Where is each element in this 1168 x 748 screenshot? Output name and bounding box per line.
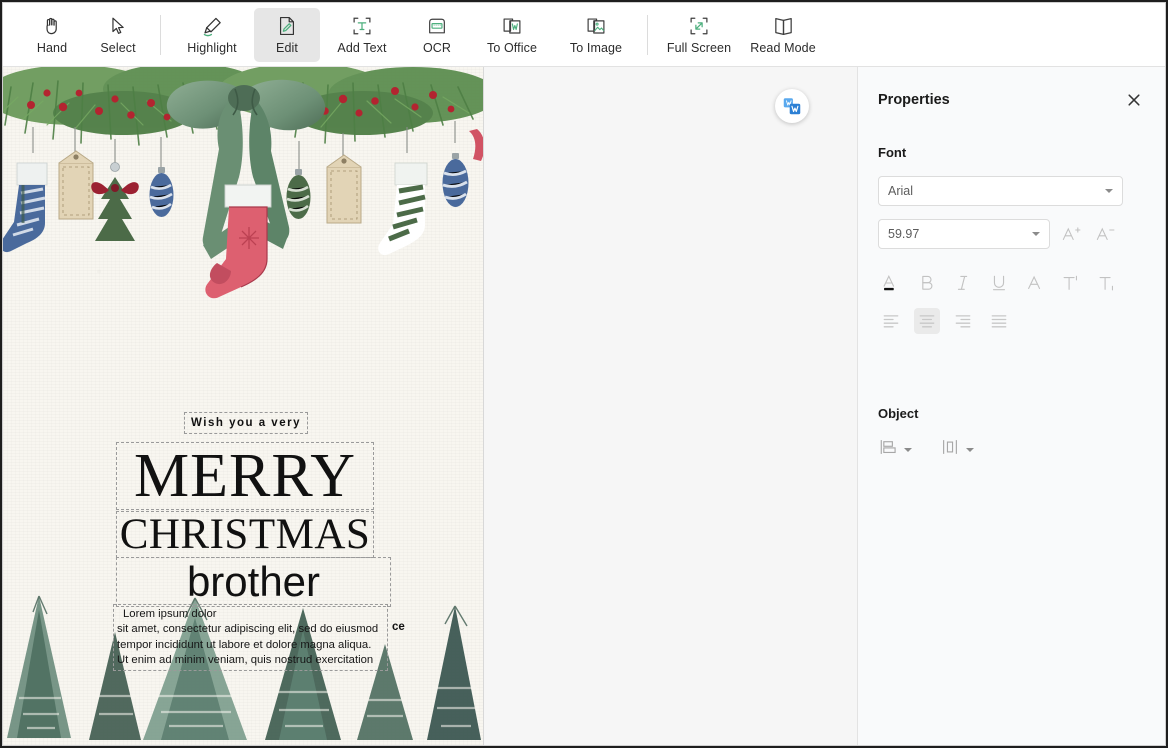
distribute-objects-icon xyxy=(940,437,960,462)
convert-word-icon xyxy=(783,98,801,115)
properties-panel: Properties Font Arial 59.97 Object xyxy=(857,67,1165,745)
align-right-button[interactable] xyxy=(950,308,976,334)
body-line-4: Ut enim ad minim veniam, quis nostrud ex… xyxy=(117,654,374,667)
tool-add-text[interactable]: Add Text xyxy=(320,8,404,62)
christmas-text: CHRISTMAS xyxy=(119,511,371,558)
italic-button[interactable] xyxy=(950,270,976,296)
tool-highlight[interactable]: Highlight xyxy=(170,8,254,62)
font-family-row: Arial xyxy=(878,176,1145,206)
merry-textbox[interactable]: MERRY xyxy=(116,442,374,510)
tool-ocr-label: OCR xyxy=(422,41,452,55)
bold-button[interactable] xyxy=(914,270,940,296)
main-area: Wish you a very MERRY CHRISTMAS brother … xyxy=(3,67,1165,745)
document-workspace[interactable]: Wish you a very MERRY CHRISTMAS brother … xyxy=(3,67,857,745)
wish-text: Wish you a very xyxy=(191,417,301,429)
highlighter-pen-icon xyxy=(200,14,224,38)
properties-title: Properties xyxy=(878,92,950,108)
tool-hand-label: Hand xyxy=(36,41,68,55)
close-icon[interactable] xyxy=(1123,89,1145,111)
font-family-select[interactable]: Arial xyxy=(878,176,1123,206)
book-open-icon xyxy=(771,14,795,38)
subscript-button[interactable] xyxy=(1094,270,1120,296)
document-page[interactable]: Wish you a very MERRY CHRISTMAS brother … xyxy=(3,67,484,745)
align-justify-button[interactable] xyxy=(986,308,1012,334)
tool-edit-label: Edit xyxy=(276,41,298,55)
align-objects-icon xyxy=(878,437,898,462)
body-line-3: tempor incididunt ut labore et dolore ma… xyxy=(117,638,372,651)
increase-font-size-button[interactable] xyxy=(1058,221,1084,247)
tool-to-office-label: To Office xyxy=(487,41,537,55)
tool-full-screen-label: Full Screen xyxy=(666,41,732,55)
align-center-button[interactable] xyxy=(914,308,940,334)
cursor-arrow-icon xyxy=(106,14,130,38)
tool-ocr[interactable]: OCR xyxy=(404,8,470,62)
wish-textbox[interactable]: Wish you a very xyxy=(184,412,308,434)
align-left-button[interactable] xyxy=(878,308,904,334)
body-line-1: Lorem ipsum dolor xyxy=(123,608,217,620)
body-line-2: sit amet, consectetur adipiscing elit, s… xyxy=(117,623,379,636)
tool-to-office[interactable]: To Office xyxy=(470,8,554,62)
font-size-value: 59.97 xyxy=(888,227,920,241)
font-size-select[interactable]: 59.97 xyxy=(878,219,1050,249)
object-section: Object xyxy=(878,406,1145,462)
tool-edit[interactable]: Edit xyxy=(254,7,320,62)
tool-select[interactable]: Select xyxy=(85,8,151,62)
tool-to-image-label: To Image xyxy=(569,41,623,55)
properties-header: Properties xyxy=(878,89,1145,111)
paragraph-align-row xyxy=(878,308,1145,334)
decrease-font-size-button[interactable] xyxy=(1092,221,1118,247)
christmas-textbox[interactable]: CHRISTMAS xyxy=(116,511,374,558)
object-section-title: Object xyxy=(878,406,919,421)
brother-text: brother xyxy=(186,558,321,605)
tool-read-mode[interactable]: Read Mode xyxy=(741,8,825,62)
align-objects-dropdown[interactable] xyxy=(878,437,912,462)
font-family-value: Arial xyxy=(888,184,914,198)
superscript-button[interactable] xyxy=(1058,270,1084,296)
body-paragraph-textbox[interactable]: Lorem ipsum dolor sit amet, consectetur … xyxy=(113,604,388,671)
to-word-icon xyxy=(500,14,524,38)
chevron-down-icon xyxy=(1105,189,1113,193)
christmas-garland-artwork xyxy=(3,67,483,299)
text-format-row xyxy=(878,270,1145,296)
font-section-title: Font xyxy=(878,145,907,160)
edit-document-icon xyxy=(275,14,299,38)
tool-highlight-label: Highlight xyxy=(187,41,237,55)
add-text-icon xyxy=(350,14,374,38)
tool-full-screen[interactable]: Full Screen xyxy=(657,8,741,62)
tool-hand[interactable]: Hand xyxy=(19,8,85,62)
tool-read-mode-label: Read Mode xyxy=(750,41,816,55)
distribute-objects-dropdown[interactable] xyxy=(940,437,974,462)
chevron-down-icon xyxy=(966,447,974,452)
chevron-down-icon xyxy=(904,447,912,452)
chevron-down-icon xyxy=(1032,232,1040,236)
ocr-icon xyxy=(425,14,449,38)
hand-icon xyxy=(40,14,64,38)
underline-button[interactable] xyxy=(986,270,1012,296)
full-screen-icon xyxy=(687,14,711,38)
font-color-button[interactable] xyxy=(878,270,904,296)
tool-select-label: Select xyxy=(100,41,136,55)
merry-text: MERRY xyxy=(133,442,357,510)
to-image-icon xyxy=(584,14,608,38)
font-size-row: 59.97 xyxy=(878,219,1145,249)
object-buttons-row xyxy=(878,437,1145,462)
convert-to-word-button[interactable] xyxy=(775,89,809,123)
brother-textbox[interactable]: brother xyxy=(116,557,391,607)
toolbar-divider-2 xyxy=(647,14,648,55)
application-window: Hand Select Highlight Edit Add Text OCR … xyxy=(2,2,1166,746)
stray-text-fragment[interactable]: ce xyxy=(392,621,405,633)
tool-to-image[interactable]: To Image xyxy=(554,8,638,62)
tool-add-text-label: Add Text xyxy=(337,41,387,55)
toolbar-divider-1 xyxy=(160,14,161,55)
strikethrough-button[interactable] xyxy=(1022,270,1048,296)
main-toolbar: Hand Select Highlight Edit Add Text OCR … xyxy=(3,3,1165,67)
